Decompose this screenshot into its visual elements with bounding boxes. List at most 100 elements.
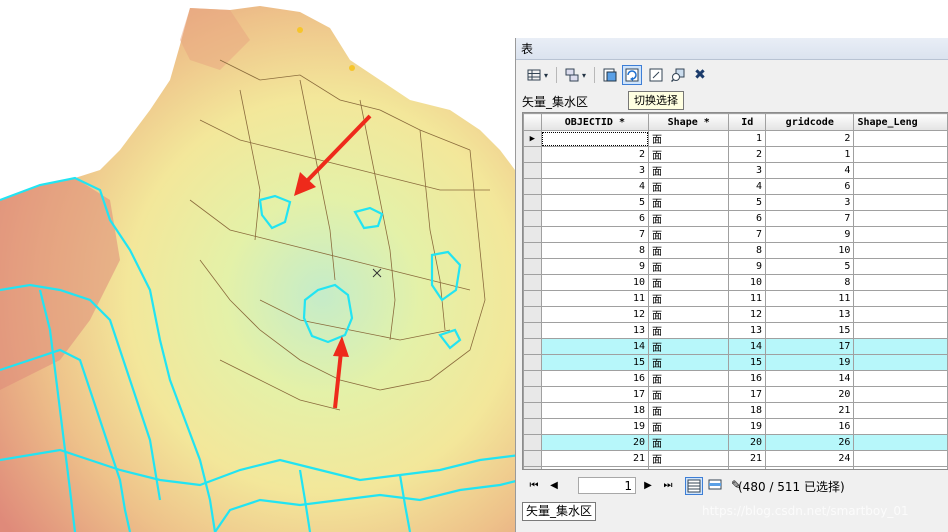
cell-id: 12 — [728, 306, 767, 323]
table-row[interactable]: 9面95 — [523, 258, 948, 275]
cell-shape-leng — [853, 370, 948, 387]
related-tables-dropdown[interactable]: ▾ — [579, 65, 589, 85]
row-selector[interactable] — [523, 354, 542, 371]
table-tab[interactable]: 矢量_集水区 — [522, 502, 597, 521]
cell-objectid: 5 — [540, 194, 650, 211]
row-selector[interactable] — [523, 466, 542, 469]
delete-selected-button[interactable]: ✖ — [690, 65, 710, 85]
table-statusbar: ⏮ ◀ 1 ▶ ⏭ ✎ (480 / 511 已选择) — [522, 475, 948, 497]
cell-shape-leng — [853, 258, 948, 275]
row-selector[interactable] — [523, 162, 542, 179]
current-record-input[interactable]: 1 — [578, 477, 636, 494]
table-row[interactable]: 21 面 21 24 — [523, 450, 948, 467]
previous-record-button[interactable]: ◀ — [546, 478, 562, 494]
table-row[interactable]: 13 面 13 15 — [523, 322, 948, 339]
cell-id: 15 — [728, 354, 767, 371]
table-row[interactable]: 6面67 — [523, 210, 948, 227]
row-selector[interactable] — [523, 290, 542, 307]
next-record-button[interactable]: ▶ — [640, 478, 656, 494]
cell-id: 22 — [728, 466, 767, 469]
cell-shape: 面 — [648, 450, 730, 467]
last-record-button[interactable]: ⏭ — [660, 478, 676, 494]
row-selector[interactable] — [523, 306, 542, 323]
column-header-id[interactable]: Id — [728, 113, 767, 131]
row-selector[interactable] — [523, 194, 542, 211]
table-row[interactable]: 22面2218 — [523, 466, 948, 469]
cell-objectid: 18 — [540, 402, 650, 419]
table-row[interactable]: 8 面 8 10 — [523, 242, 948, 259]
row-selector[interactable] — [523, 418, 542, 435]
table-row[interactable]: 5面53 — [523, 194, 948, 211]
row-selector-header[interactable] — [523, 113, 542, 131]
row-selector[interactable] — [523, 258, 542, 275]
table-row[interactable]: ▶ 面 1 2 — [523, 130, 948, 147]
cell-objectid — [540, 130, 650, 147]
cell-shape: 面 — [648, 242, 730, 259]
cell-objectid: 20 — [540, 434, 650, 451]
cell-shape: 面 — [648, 338, 730, 355]
cell-id: 10 — [728, 274, 767, 291]
first-record-button[interactable]: ⏮ — [526, 478, 542, 494]
cell-gridcode: 20 — [765, 386, 855, 403]
table-row[interactable]: 11 面 11 11 — [523, 290, 948, 307]
table-row[interactable]: 20 面 20 26 — [523, 434, 948, 451]
cell-objectid: 13 — [540, 322, 650, 339]
row-selector[interactable] — [523, 178, 542, 195]
column-header-shape[interactable]: Shape * — [648, 113, 730, 131]
row-selector[interactable] — [523, 402, 542, 419]
table-row[interactable]: 2面21 — [523, 146, 948, 163]
column-header-gridcode[interactable]: gridcode — [765, 113, 855, 131]
previous-record-icon: ◀ — [550, 480, 558, 491]
row-selector[interactable] — [523, 338, 542, 355]
table-row[interactable]: 3面34 — [523, 162, 948, 179]
attribute-grid[interactable]: OBJECTID * Shape * Id gridcode Shape_Len… — [522, 112, 948, 470]
table-row[interactable]: 18 面 18 21 — [523, 402, 948, 419]
row-selector[interactable] — [523, 146, 542, 163]
switch-selection-button[interactable] — [622, 65, 642, 85]
row-selector[interactable] — [523, 450, 542, 467]
table-row[interactable]: 17 面 17 20 — [523, 386, 948, 403]
column-header-shape-leng[interactable]: Shape_Leng — [853, 113, 948, 131]
row-selector[interactable]: ▶ — [523, 130, 542, 147]
row-selector[interactable] — [523, 434, 542, 451]
table-row[interactable]: 12 面 12 13 — [523, 306, 948, 323]
cell-shape-leng — [853, 242, 948, 259]
select-by-attributes-button[interactable] — [600, 65, 620, 85]
cell-id: 11 — [728, 290, 767, 307]
table-row[interactable]: 15 面 15 19 — [523, 354, 948, 371]
cell-gridcode: 2 — [765, 130, 855, 147]
cell-gridcode: 3 — [765, 194, 855, 211]
cell-objectid: 9 — [540, 258, 650, 275]
row-selector[interactable] — [523, 210, 542, 227]
cell-gridcode: 16 — [765, 418, 855, 435]
table-row[interactable]: 19 面 19 16 — [523, 418, 948, 435]
column-header-objectid[interactable]: OBJECTID * — [540, 113, 650, 131]
cell-shape-leng — [853, 178, 948, 195]
row-selector[interactable] — [523, 322, 542, 339]
cell-gridcode: 17 — [765, 338, 855, 355]
row-selector[interactable] — [523, 226, 542, 243]
cell-id: 3 — [728, 162, 767, 179]
attribute-table-window: 表 ▾ ▾ ✖ 切换选择 矢量_集水区 OBJECTID * Shape * I… — [515, 38, 948, 532]
window-title: 表 — [516, 38, 948, 60]
table-row[interactable]: 7面79 — [523, 226, 948, 243]
clear-selection-button[interactable] — [646, 65, 666, 85]
row-selector[interactable] — [523, 386, 542, 403]
table-row[interactable]: 4面46 — [523, 178, 948, 195]
show-selected-records-button[interactable] — [707, 477, 725, 495]
cell-objectid: 10 — [540, 274, 650, 291]
row-selector[interactable] — [523, 242, 542, 259]
cell-shape: 面 — [648, 226, 730, 243]
row-selector[interactable] — [523, 370, 542, 387]
show-all-records-button[interactable] — [685, 477, 703, 495]
cell-id: 2 — [728, 146, 767, 163]
table-row[interactable]: 16 面 16 14 — [523, 370, 948, 387]
table-options-icon — [527, 69, 541, 81]
table-options-dropdown[interactable]: ▾ — [541, 65, 551, 85]
table-name-label: 矢量_集水区 — [522, 95, 589, 109]
table-row[interactable]: 10 面 10 8 — [523, 274, 948, 291]
zoom-to-selected-button[interactable] — [668, 65, 688, 85]
cell-objectid: 22 — [540, 466, 650, 469]
row-selector[interactable] — [523, 274, 542, 291]
table-row[interactable]: 14 面 14 17 — [523, 338, 948, 355]
